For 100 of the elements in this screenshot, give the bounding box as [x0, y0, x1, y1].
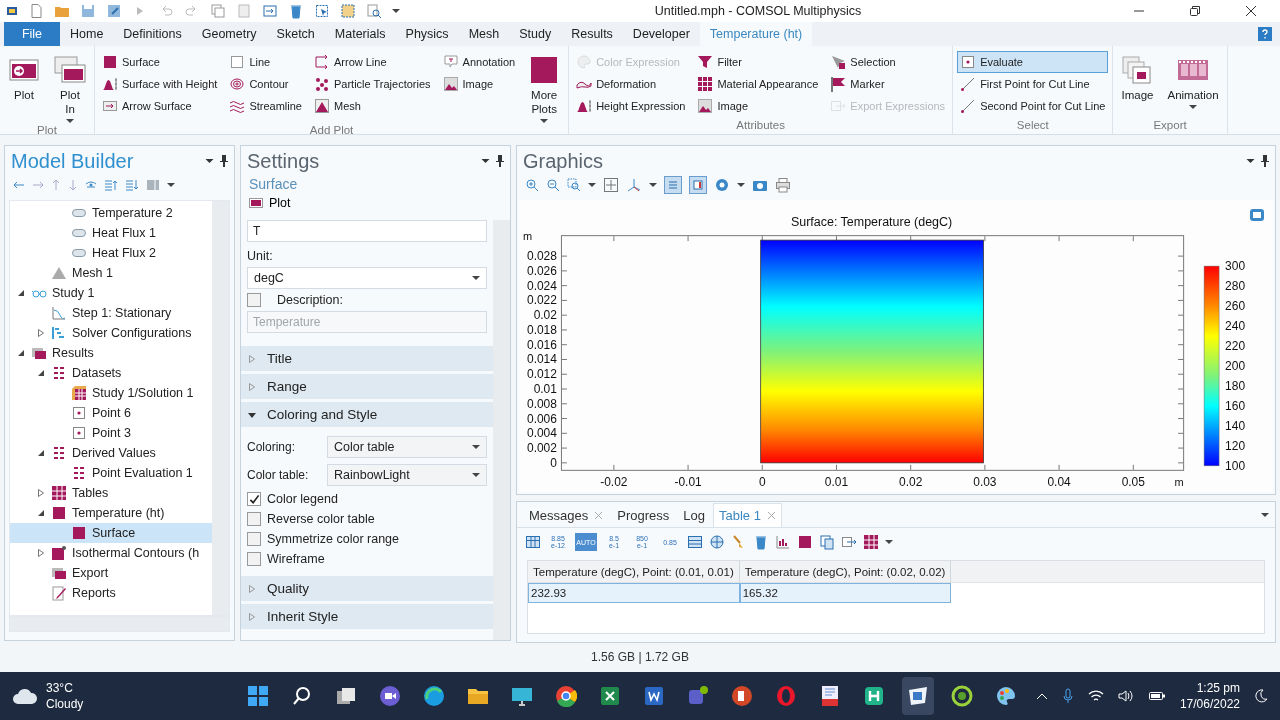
start-icon[interactable]	[247, 685, 269, 707]
menu-tab[interactable]: Definitions	[113, 22, 192, 46]
axes-icon[interactable]	[626, 177, 642, 193]
ribbon-button[interactable]: Streamline	[226, 95, 305, 117]
legend-toggle-button[interactable]	[689, 176, 707, 194]
unit-dropdown[interactable]: degC	[247, 267, 487, 289]
tree-toggle-icon[interactable]	[36, 548, 46, 558]
results-tab[interactable]: Log	[677, 503, 711, 527]
import-icon[interactable]	[262, 3, 278, 19]
copy-icon[interactable]	[819, 534, 835, 550]
section-header[interactable]: Title	[241, 346, 493, 371]
clock-time[interactable]: 1:25 pm	[1196, 680, 1240, 696]
table-icon[interactable]	[687, 534, 703, 550]
ribbon-button[interactable]: Image	[1115, 48, 1160, 102]
tree-toggle-icon[interactable]	[36, 448, 46, 458]
zoom-icon[interactable]	[366, 3, 382, 19]
speaker-icon[interactable]	[1117, 689, 1134, 703]
highlight-icon[interactable]	[340, 3, 356, 19]
search-icon[interactable]	[291, 685, 313, 707]
tree-item[interactable]: Results	[10, 343, 212, 363]
ribbon-button[interactable]: More Plots	[522, 48, 567, 124]
tree-toggle-icon[interactable]	[36, 488, 46, 498]
restore-icon[interactable]	[1189, 5, 1201, 17]
menu-tab[interactable]: Developer	[622, 22, 700, 46]
ribbon-button[interactable]: Deformation	[573, 73, 689, 95]
ribbon-button[interactable]: Evaluate	[957, 51, 1109, 73]
app-icon[interactable]	[902, 677, 934, 715]
square-icon[interactable]	[797, 534, 813, 550]
windows-icon[interactable]	[335, 685, 357, 707]
chevron-up-icon[interactable]	[1035, 692, 1048, 700]
tree-toggle-icon[interactable]	[36, 368, 46, 378]
trash-icon[interactable]	[288, 3, 304, 19]
chart-icon[interactable]	[775, 534, 791, 550]
pin-icon[interactable]	[496, 155, 504, 167]
dropdown[interactable]: RainbowLight	[327, 464, 487, 486]
sort-up-icon[interactable]	[104, 179, 118, 191]
microphone-icon[interactable]	[1061, 688, 1074, 704]
caret-icon[interactable]	[481, 158, 490, 164]
menu-tab[interactable]: Temperature (ht)	[699, 22, 813, 46]
ribbon-button[interactable]: Contour	[226, 73, 305, 95]
ribbon-button[interactable]: Mesh	[310, 95, 434, 117]
eye-icon[interactable]	[85, 180, 97, 190]
tree-toggle-icon[interactable]	[36, 508, 46, 518]
ribbon-button[interactable]: Image	[694, 95, 822, 117]
scrollbar[interactable]	[212, 201, 229, 615]
table-icon[interactable]	[525, 534, 541, 550]
ribbon-button[interactable]: Image	[439, 73, 519, 95]
ribbon-button[interactable]: First Point for Cut Line	[957, 73, 1109, 95]
tree-item[interactable]: Step 1: Stationary	[10, 303, 212, 323]
battery-icon[interactable]	[1147, 690, 1166, 702]
menu-tab[interactable]: Study	[509, 22, 562, 46]
column-header[interactable]: Temperature (degC), Point: (0.02, 0.02)	[739, 561, 952, 583]
clock-date[interactable]: 17/06/2022	[1179, 696, 1240, 712]
trash-icon[interactable]	[753, 534, 769, 550]
sort-down-icon[interactable]	[125, 179, 139, 191]
tree-toggle-icon[interactable]	[36, 328, 46, 338]
scrollbar[interactable]	[9, 616, 230, 632]
caret-icon[interactable]	[885, 539, 893, 545]
column-header[interactable]: Temperature (degC), Point: (0.01, 0.01)	[528, 561, 740, 583]
ribbon-button[interactable]: Arrow Surface	[99, 95, 221, 117]
results-tab[interactable]: Progress	[611, 503, 676, 527]
menu-tab[interactable]: Physics	[395, 22, 459, 46]
tree-toggle-icon[interactable]	[16, 348, 26, 358]
tree-item[interactable]: Datasets	[10, 363, 212, 383]
plot-button[interactable]: Plot	[241, 192, 299, 214]
export-icon[interactable]	[841, 534, 857, 550]
ribbon-button[interactable]: Marker	[827, 73, 949, 95]
legend-icon[interactable]	[693, 180, 703, 190]
help-icon[interactable]	[1258, 27, 1272, 41]
tree-item[interactable]: Export	[10, 563, 212, 583]
tree-item[interactable]: Heat Flux 2	[10, 243, 212, 263]
checkbox[interactable]	[247, 293, 261, 307]
tree-item[interactable]: Study 1/Solution 1	[10, 383, 212, 403]
ribbon-button[interactable]: Surface	[99, 51, 221, 73]
checkbox[interactable]	[247, 532, 261, 546]
section-header[interactable]: Quality	[241, 576, 493, 601]
ribbon-button[interactable]: Second Point for Cut Line	[957, 95, 1109, 117]
tree-item[interactable]: Solver Configurations	[10, 323, 212, 343]
scrollbar[interactable]	[493, 220, 510, 640]
expression-field[interactable]: T	[247, 220, 487, 242]
caret-icon[interactable]	[392, 8, 400, 14]
caret-icon[interactable]	[205, 158, 214, 164]
tree-item[interactable]: Derived Values	[10, 443, 212, 463]
tree-item[interactable]: Reports	[10, 583, 212, 603]
caret-icon[interactable]	[737, 182, 745, 188]
ribbon-button[interactable]: Surface with Height	[99, 73, 221, 95]
fit-icon[interactable]	[603, 177, 619, 193]
zoom-out-icon[interactable]	[546, 178, 560, 192]
menu-tab[interactable]: Home	[60, 22, 114, 46]
tree-item[interactable]: Surface	[10, 523, 212, 543]
ribbon-button[interactable]: Material Appearance	[694, 73, 822, 95]
ribbon-button[interactable]: Height Expression	[573, 95, 689, 117]
ribbon-button[interactable]: Selection	[827, 51, 949, 73]
tree-toggle-icon[interactable]	[16, 288, 26, 298]
grid-icon[interactable]	[863, 534, 879, 550]
ribbon-button[interactable]: Particle Trajectories	[310, 73, 434, 95]
tree-item[interactable]: Temperature (ht)	[10, 503, 212, 523]
zoom-box-icon[interactable]	[567, 178, 581, 192]
section-header[interactable]: Range	[241, 374, 493, 399]
menu-tab[interactable]: Geometry	[191, 22, 267, 46]
